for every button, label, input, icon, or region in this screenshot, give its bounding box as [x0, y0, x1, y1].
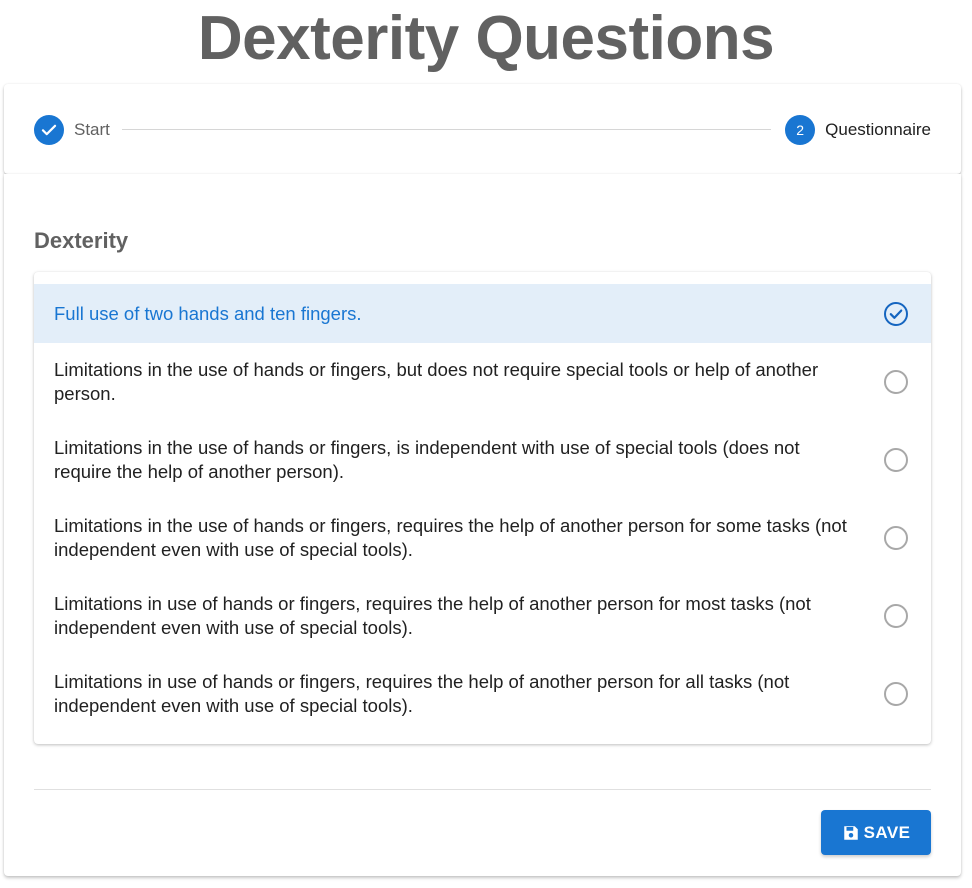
- option-label: Limitations in use of hands or fingers, …: [54, 671, 790, 716]
- option-label: Limitations in the use of hands or finge…: [54, 437, 800, 482]
- option-label: Limitations in the use of hands or finge…: [54, 515, 847, 560]
- option-label: Limitations in use of hands or fingers, …: [54, 593, 811, 638]
- option-item[interactable]: Full use of two hands and ten fingers.: [34, 284, 931, 343]
- section-title: Dexterity: [34, 228, 129, 253]
- option-label: Full use of two hands and ten fingers.: [54, 302, 362, 324]
- step-start[interactable]: Start: [34, 115, 110, 145]
- radio-unchecked-icon[interactable]: [883, 681, 909, 707]
- step-number-badge: 2: [785, 115, 816, 145]
- step-questionnaire[interactable]: 2 Questionnaire: [785, 115, 931, 145]
- option-item[interactable]: Limitations in use of hands or fingers, …: [34, 577, 931, 655]
- radio-unchecked-icon[interactable]: [883, 603, 909, 629]
- radio-unchecked-icon[interactable]: [883, 525, 909, 551]
- options-list: Full use of two hands and ten fingers. L…: [34, 272, 931, 744]
- option-item[interactable]: Limitations in the use of hands or finge…: [34, 499, 931, 577]
- questionnaire-card: Dexterity Full use of two hands and ten …: [4, 174, 961, 876]
- radio-unchecked-icon[interactable]: [883, 369, 909, 395]
- stepper: Start 2 Questionnaire: [4, 84, 961, 174]
- step-start-label: Start: [74, 120, 110, 139]
- option-item[interactable]: Limitations in the use of hands or finge…: [34, 421, 931, 499]
- save-button[interactable]: SAVE: [821, 810, 931, 855]
- radio-checked-icon[interactable]: [883, 301, 909, 327]
- option-item[interactable]: Limitations in use of hands or fingers, …: [34, 655, 931, 733]
- check-icon: [34, 115, 64, 145]
- save-button-label: SAVE: [863, 822, 911, 842]
- option-item[interactable]: Limitations in the use of hands or finge…: [34, 343, 931, 421]
- page-title: Dexterity Questions: [197, 4, 775, 73]
- step-questionnaire-label: Questionnaire: [825, 120, 931, 139]
- radio-unchecked-icon[interactable]: [883, 447, 909, 473]
- stepper-connector: [122, 129, 771, 130]
- footer-divider: [34, 789, 931, 790]
- option-label: Limitations in the use of hands or finge…: [54, 359, 819, 404]
- floppy-disk-icon: [843, 825, 858, 840]
